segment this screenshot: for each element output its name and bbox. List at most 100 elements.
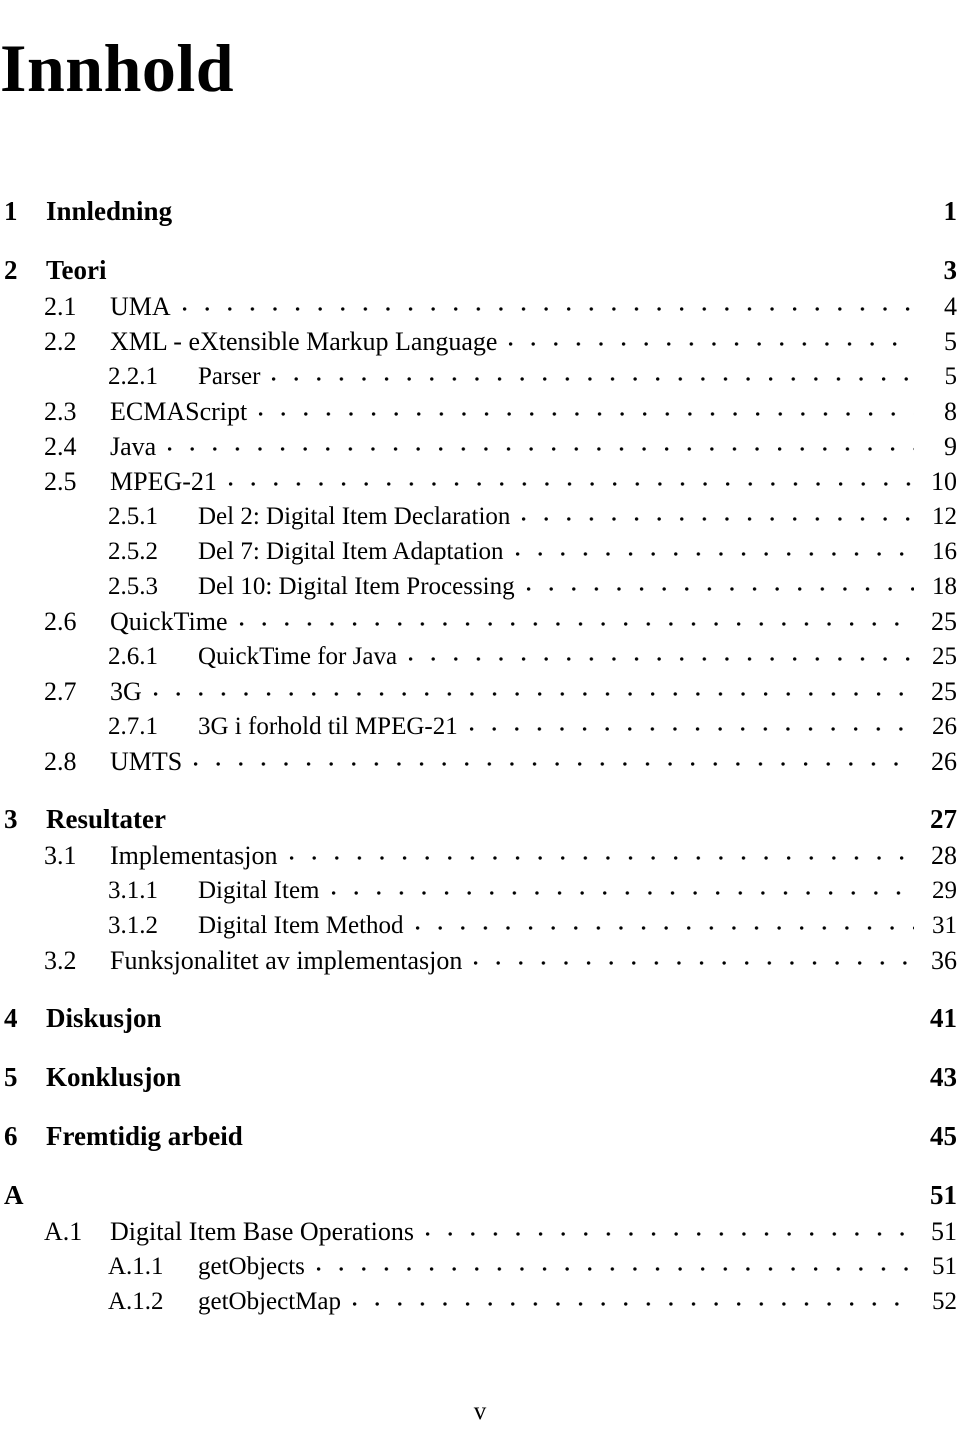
- toc-entry-number: 4: [4, 1003, 18, 1033]
- toc-entry[interactable]: A.1.1 getObjects 51: [0, 1249, 960, 1284]
- toc-entry-number: 3.1: [44, 841, 77, 870]
- toc-dot-leader: [330, 873, 915, 898]
- toc-entry-title: Innledning: [46, 196, 173, 226]
- toc-entry-number: 2.3: [44, 397, 77, 426]
- toc-entry[interactable]: 3.1.1 Digital Item 29: [0, 873, 960, 908]
- toc-entry-number: 3.1.1: [108, 877, 158, 904]
- toc-entry-page-number: 52: [932, 1288, 957, 1315]
- toc-entry-number: 2.2: [44, 327, 77, 356]
- toc-entry-title: Parser: [198, 363, 261, 390]
- toc-entry-title: Java: [110, 432, 157, 461]
- toc-entry-body: Digital Item Base Operations 51: [110, 1214, 960, 1249]
- toc-dot-leader: [192, 1059, 914, 1086]
- toc-entry[interactable]: 4 Diskusjon 41: [0, 999, 960, 1037]
- toc-entry[interactable]: 3 Resultater 27: [0, 800, 960, 838]
- toc-entry-page-number: 26: [931, 747, 957, 776]
- toc-entry-body: Innledning 1: [46, 192, 960, 230]
- toc-entry-page-number: 5: [944, 363, 958, 390]
- toc-entry-body: Teori 3: [46, 251, 960, 289]
- toc-entry[interactable]: 2.5.2 Del 7: Digital Item Adaptation 16: [0, 534, 960, 569]
- toc-entry-title: Del 2: Digital Item Declaration: [198, 503, 511, 530]
- toc-entry-number: 3: [4, 804, 18, 834]
- toc-dot-leader: [424, 1214, 914, 1240]
- toc-entry[interactable]: 1 Innledning 1: [0, 192, 960, 230]
- toc-entry-title: MPEG-21: [110, 467, 217, 496]
- toc-entry[interactable]: A 51: [0, 1176, 960, 1214]
- toc-entry-number: 2.7: [44, 677, 77, 706]
- toc-entry[interactable]: 2.2 XML - eXtensible Markup Language 5: [0, 324, 960, 359]
- toc-entry-page-number: 36: [931, 946, 957, 975]
- toc-dot-leader: [227, 464, 914, 490]
- toc-entry-body: QuickTime 25: [110, 604, 960, 639]
- toc-entry-page-number: 25: [931, 607, 957, 636]
- toc-entry-title: Funksjonalitet av implementasjon: [110, 946, 463, 975]
- toc-entry-title: ECMAScript: [110, 397, 248, 426]
- toc-entry-number: 2.2.1: [108, 363, 158, 390]
- toc-entry[interactable]: 2.2.1 Parser 5: [0, 359, 960, 394]
- toc-dot-leader: [315, 1249, 914, 1274]
- toc-entry-body: 3G 25: [110, 674, 960, 709]
- toc-entry[interactable]: 2.4 Java 9: [0, 429, 960, 464]
- toc-entry-number: 2.7.1: [108, 713, 158, 740]
- toc-entry-page-number: 16: [932, 538, 957, 565]
- toc-dot-leader: [193, 744, 914, 770]
- toc-entry-body: Resultater 27: [46, 800, 960, 838]
- toc-dot-leader: [514, 534, 915, 559]
- toc-entry-page-number: 25: [931, 677, 957, 706]
- toc-entry[interactable]: 6 Fremtidig arbeid 45: [0, 1117, 960, 1155]
- toc-entry-page-number: 9: [944, 432, 957, 461]
- toc-entry-title: UMTS: [110, 747, 183, 776]
- toc-entry[interactable]: 3.2 Funksjonalitet av implementasjon 36: [0, 943, 960, 978]
- toc-entry-number: 1: [4, 196, 18, 226]
- toc-entry[interactable]: 5 Konklusjon 43: [0, 1058, 960, 1096]
- toc-entry-number: 2.5.1: [108, 503, 158, 530]
- toc-dot-leader: [271, 359, 914, 384]
- toc-entry-body: XML - eXtensible Markup Language 5: [110, 324, 960, 359]
- toc-entry[interactable]: 2.7.1 3G i forhold til MPEG-21 26: [0, 709, 960, 744]
- toc-entry-body: Del 2: Digital Item Declaration 12: [198, 499, 960, 534]
- toc-entry[interactable]: 2.6.1 QuickTime for Java 25: [0, 639, 960, 674]
- toc-dot-leader: [167, 429, 914, 455]
- toc-entry-body: Diskusjon 41: [46, 999, 960, 1037]
- toc-entry-body: Del 10: Digital Item Processing 18: [198, 569, 960, 604]
- toc-entry-page-number: 3: [943, 255, 958, 285]
- toc-entry-number: A.1: [44, 1217, 83, 1246]
- toc-entry[interactable]: 3.1 Implementasjon 28: [0, 838, 960, 873]
- toc-entry-title: Fremtidig arbeid: [46, 1121, 243, 1151]
- toc-entry[interactable]: 3.1.2 Digital Item Method 31: [0, 908, 960, 943]
- toc-entry[interactable]: 2.7 3G 25: [0, 674, 960, 709]
- toc-dot-leader: [408, 639, 914, 664]
- toc-entry-number: 2.6: [44, 607, 77, 636]
- toc-entry-title: XML - eXtensible Markup Language: [110, 327, 498, 356]
- toc-entry[interactable]: A.1.2 getObjectMap 52: [0, 1284, 960, 1319]
- toc-entry-body: Konklusjon 43: [46, 1058, 960, 1096]
- toc-entry-page-number: 28: [931, 841, 957, 870]
- toc-dot-leader: [473, 943, 914, 969]
- toc-entry-number: 2.5.2: [108, 538, 158, 565]
- toc-dot-leader: [183, 193, 914, 220]
- toc-dot-leader: [258, 394, 914, 420]
- toc-entry[interactable]: 2.6 QuickTime 25: [0, 604, 960, 639]
- toc-entry-title: Del 10: Digital Item Processing: [198, 573, 515, 600]
- toc-entry-body: QuickTime for Java 25: [198, 639, 960, 674]
- toc-dot-leader: [288, 838, 914, 864]
- toc-entry-title: Implementasjon: [110, 841, 278, 870]
- toc-entry-body: Implementasjon 28: [110, 838, 960, 873]
- toc-entry[interactable]: 2.5.3 Del 10: Digital Item Processing 18: [0, 569, 960, 604]
- toc-entry[interactable]: 2.1 UMA 4: [0, 289, 960, 324]
- toc-entry-title: 3G i forhold til MPEG-21: [198, 713, 458, 740]
- toc-entry[interactable]: 2.5 MPEG-21 10: [0, 464, 960, 499]
- toc-entry-page-number: 4: [944, 292, 957, 321]
- toc-entry[interactable]: 2.8 UMTS 26: [0, 744, 960, 779]
- toc-dot-leader: [238, 604, 915, 630]
- toc-entry[interactable]: 2.5.1 Del 2: Digital Item Declaration 12: [0, 499, 960, 534]
- toc-entry-title: Del 7: Digital Item Adaptation: [198, 538, 504, 565]
- toc-entry-body: Digital Item Method 31: [198, 908, 960, 943]
- toc-entry[interactable]: A.1 Digital Item Base Operations 51: [0, 1214, 960, 1249]
- toc-entry[interactable]: 2 Teori 3: [0, 251, 960, 289]
- toc-entry[interactable]: 2.3 ECMAScript 8: [0, 394, 960, 429]
- toc-entry-number: 2.8: [44, 747, 77, 776]
- toc-entry-page-number: 10: [931, 467, 957, 496]
- toc-entry-page-number: 26: [932, 713, 957, 740]
- toc-entry-page-number: 18: [932, 573, 957, 600]
